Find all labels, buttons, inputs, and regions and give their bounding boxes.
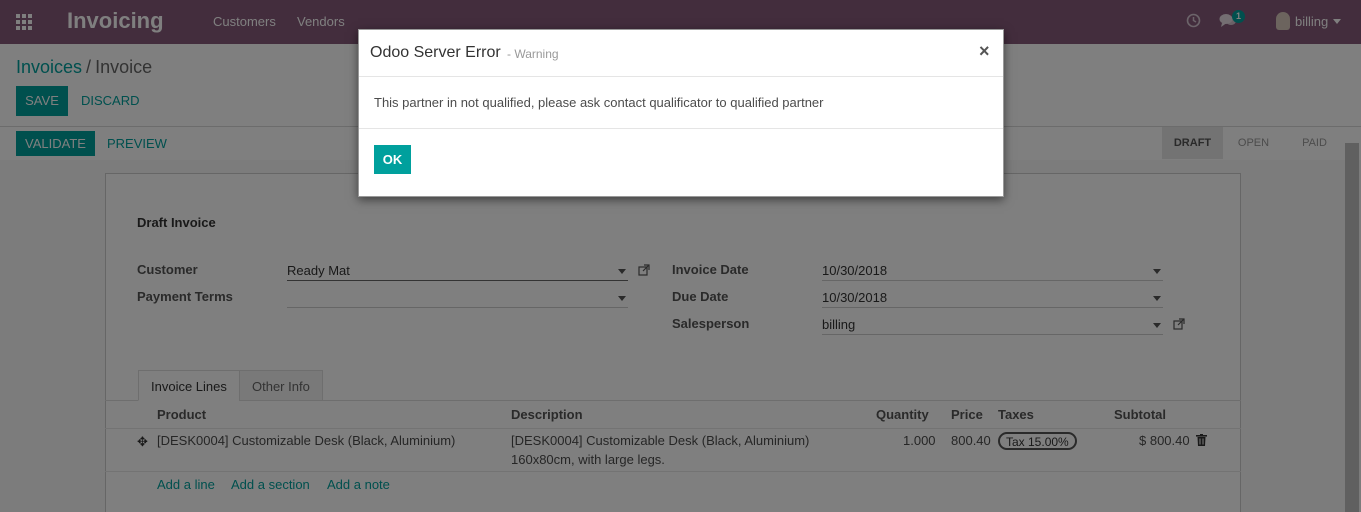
dialog-title: Odoo Server Error — [370, 44, 501, 61]
ok-button[interactable]: OK — [374, 145, 411, 174]
dialog-header: Odoo Server Error - Warning × — [359, 30, 1003, 77]
close-icon[interactable]: × — [979, 41, 990, 62]
error-dialog: Odoo Server Error - Warning × This partn… — [358, 29, 1004, 197]
dialog-message: This partner in not qualified, please as… — [374, 95, 824, 110]
dialog-subtitle: - Warning — [507, 47, 559, 61]
dialog-footer-divider — [359, 128, 1003, 129]
